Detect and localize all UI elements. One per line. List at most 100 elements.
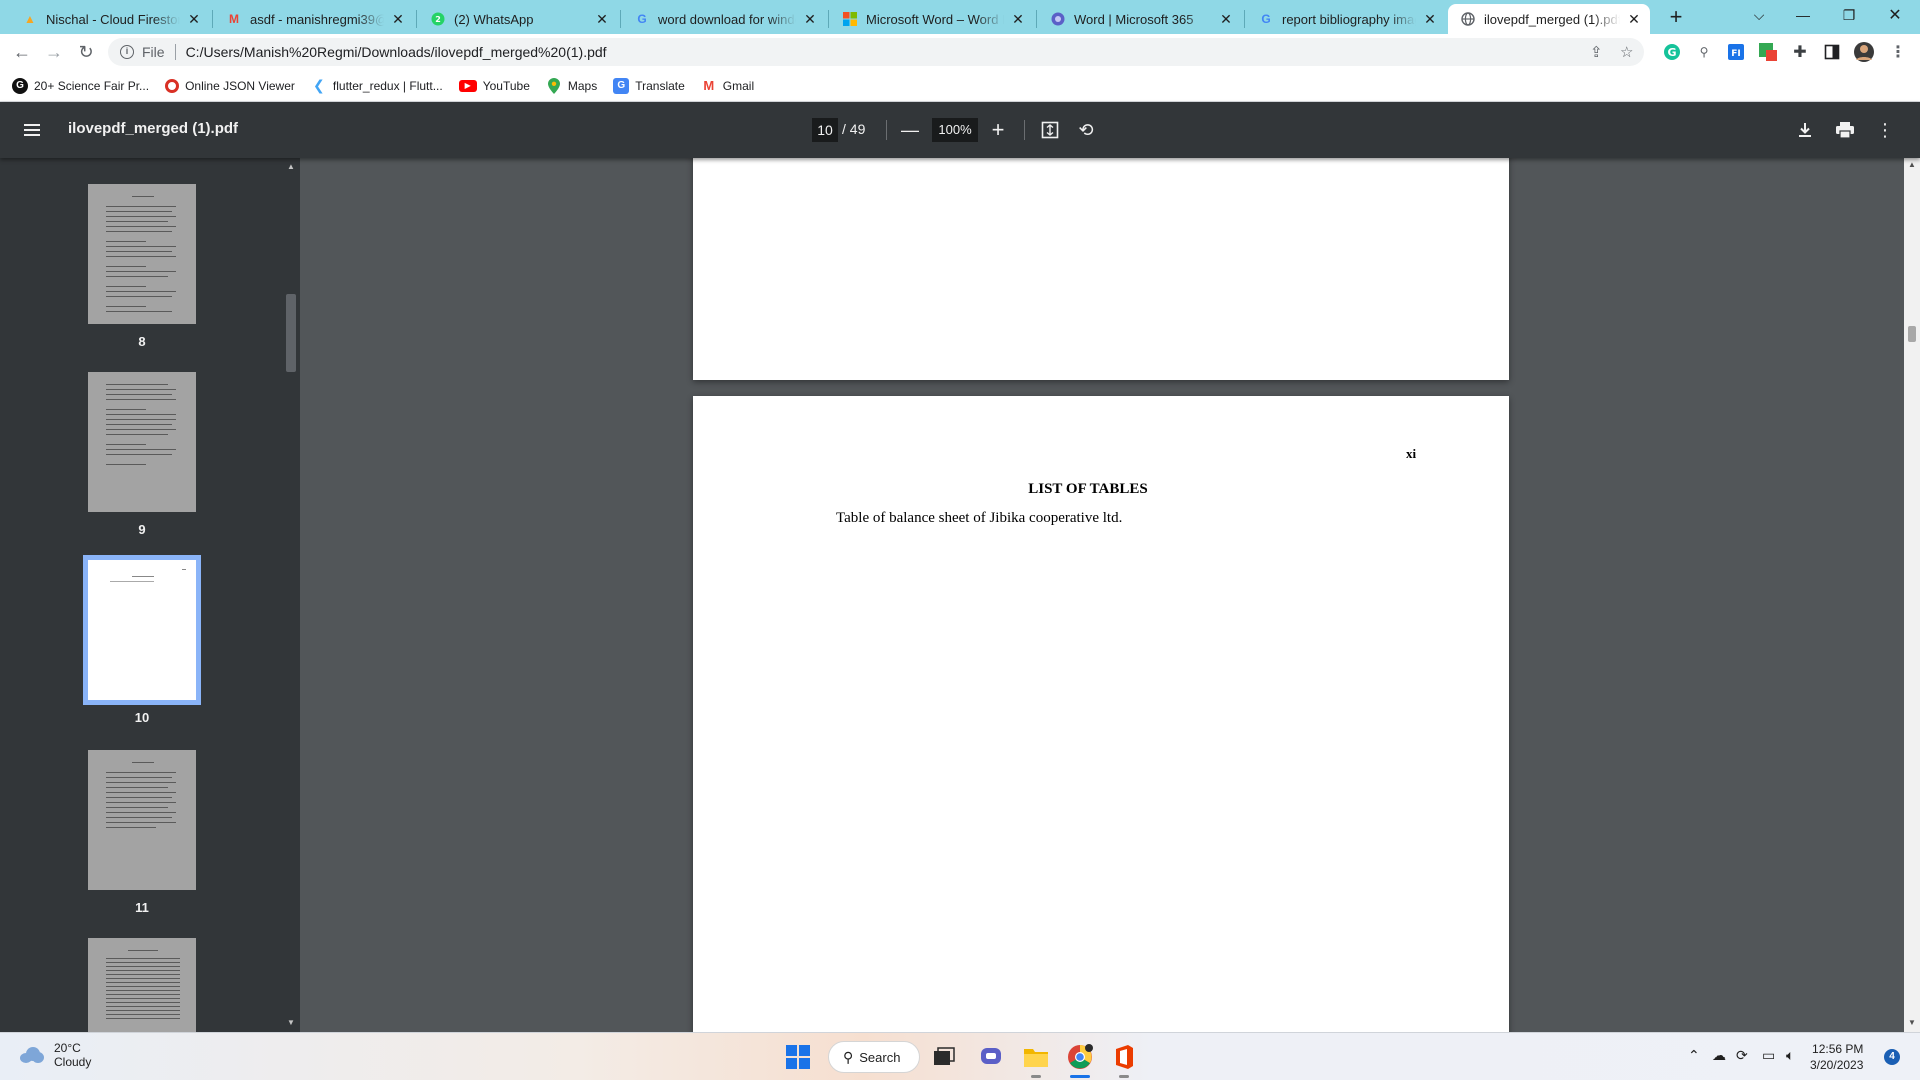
document-viewport[interactable]: xi LIST OF TABLES Table of balance sheet…: [300, 158, 1904, 1032]
thumbnail-page-8[interactable]: 8: [88, 184, 196, 349]
tab-pdf-active[interactable]: ilovepdf_merged (1).pdf ✕: [1448, 4, 1650, 34]
tab-microsoft-word[interactable]: Microsoft Word – Word Pro ✕: [830, 4, 1034, 34]
bookmark-json-viewer[interactable]: Online JSON Viewer: [165, 78, 295, 93]
tab-gmail[interactable]: M asdf - manishregmi39@gmail.com ✕: [214, 4, 414, 34]
minimize-icon[interactable]: —: [1780, 0, 1826, 30]
bookmark-translate[interactable]: G Translate: [613, 77, 685, 94]
document-scrollbar[interactable]: ▲ ▼: [1904, 158, 1920, 1032]
weather-widget[interactable]: 20°C Cloudy: [18, 1041, 91, 1069]
address-bar[interactable]: i File C:/Users/Manish%20Regmi/Downloads…: [108, 38, 1644, 66]
clock-date: 3/20/2023: [1810, 1058, 1864, 1072]
close-icon[interactable]: ✕: [1422, 11, 1438, 27]
hamburger-menu-icon[interactable]: [20, 118, 44, 142]
sync-icon[interactable]: ⟳: [1736, 1047, 1748, 1064]
tab-word-m365[interactable]: Word | Microsoft 365 ✕: [1038, 4, 1242, 34]
tab-report-bibliography[interactable]: G report bibliography image ✕: [1246, 4, 1446, 34]
scroll-down-arrow-icon[interactable]: ▼: [284, 1018, 298, 1027]
close-icon[interactable]: ✕: [802, 11, 818, 27]
fit-page-icon[interactable]: [1038, 118, 1062, 142]
share-icon[interactable]: ⇪: [1590, 38, 1603, 66]
document-scroll-thumb[interactable]: [1908, 326, 1916, 342]
maps-icon: [546, 77, 562, 94]
bookmarks-bar: G 20+ Science Fair Pr... Online JSON Vie…: [0, 70, 1920, 102]
flutter-inspector-icon[interactable]: FI: [1724, 40, 1748, 64]
extensions-puzzle-icon[interactable]: ✚: [1788, 40, 1812, 64]
new-tab-button[interactable]: +: [1662, 4, 1690, 32]
taskbar-search-button[interactable]: ⚲ Search: [828, 1041, 920, 1073]
sidebar-scrollbar[interactable]: ▲ ▼: [284, 162, 298, 1032]
download-icon[interactable]: [1793, 118, 1817, 142]
back-icon[interactable]: ←: [8, 38, 36, 66]
close-icon[interactable]: ✕: [186, 11, 202, 27]
google-icon: G: [637, 12, 647, 26]
network-icon[interactable]: ▭: [1762, 1047, 1775, 1064]
teams-chat-icon[interactable]: [975, 1041, 1007, 1073]
rotate-icon[interactable]: ⟲: [1074, 118, 1098, 142]
scroll-up-arrow-icon[interactable]: ▲: [284, 162, 298, 171]
zoom-in-icon[interactable]: +: [986, 117, 1010, 142]
svg-text:G: G: [1667, 46, 1676, 59]
show-hidden-icons-chevron-icon[interactable]: ⌃: [1688, 1047, 1700, 1064]
print-icon[interactable]: [1833, 118, 1857, 142]
thumbnail-page-12[interactable]: [88, 938, 196, 1032]
info-icon[interactable]: i: [120, 45, 134, 59]
microsoft-icon: [842, 11, 858, 27]
whatsapp-icon: 2: [430, 11, 446, 27]
close-icon[interactable]: ✕: [1218, 11, 1234, 27]
window-close-icon[interactable]: ✕: [1872, 0, 1918, 30]
avatar[interactable]: [1852, 40, 1876, 64]
page-number-input[interactable]: 10: [812, 118, 838, 142]
restore-icon[interactable]: ❐: [1826, 0, 1872, 30]
tab-whatsapp[interactable]: 2 (2) WhatsApp ✕: [418, 4, 618, 34]
volume-icon[interactable]: 🔈︎: [1786, 1047, 1794, 1064]
sidebar-scroll-thumb[interactable]: [286, 294, 296, 372]
star-icon[interactable]: ☆: [1620, 38, 1633, 66]
notification-badge[interactable]: 4: [1884, 1049, 1900, 1065]
table-list-item: Table of balance sheet of Jibika coopera…: [836, 510, 1123, 526]
pdf-page-current: xi LIST OF TABLES Table of balance sheet…: [693, 396, 1509, 1032]
extension-badge-icon[interactable]: [1756, 40, 1780, 64]
close-icon[interactable]: ✕: [390, 11, 406, 27]
zoom-out-icon[interactable]: —: [898, 118, 922, 142]
office-icon[interactable]: [1108, 1041, 1140, 1073]
bookmark-maps[interactable]: Maps: [546, 77, 597, 94]
tab-word-download[interactable]: G word download for windows ✕: [622, 4, 826, 34]
browser-menu-icon[interactable]: ⋮: [1886, 40, 1910, 64]
scroll-up-arrow-icon[interactable]: ▲: [1904, 160, 1920, 169]
bookmark-flutter-redux[interactable]: ❮ flutter_redux | Flutt...: [311, 77, 443, 94]
close-icon[interactable]: ✕: [1010, 11, 1026, 27]
grammarly-icon[interactable]: G: [1660, 40, 1684, 64]
task-view-icon[interactable]: [928, 1041, 960, 1073]
bookmark-gmail[interactable]: M Gmail: [701, 78, 754, 94]
bookmark-youtube[interactable]: ▶ YouTube: [458, 79, 530, 93]
close-icon[interactable]: ✕: [594, 11, 610, 27]
thumbnail-image: [88, 184, 196, 324]
windows-start-icon[interactable]: [782, 1041, 814, 1073]
thumbnail-page-10[interactable]: 10: [83, 555, 201, 725]
search-icon: ⚲: [843, 1048, 854, 1065]
gmail-icon: M: [229, 12, 239, 26]
weather-condition: Cloudy: [54, 1055, 92, 1069]
file-explorer-icon[interactable]: [1020, 1041, 1052, 1073]
youtube-icon: ▶: [458, 79, 477, 92]
bookmark-science-fair[interactable]: G 20+ Science Fair Pr...: [12, 77, 149, 94]
tab-firebase[interactable]: ▲ Nischal - Cloud Firestore - Firebase ✕: [10, 4, 210, 34]
tab-search-chevron-icon[interactable]: ⌵: [1736, 0, 1782, 30]
flutter-icon: ❮: [313, 77, 325, 93]
url-text[interactable]: C:/Users/Manish%20Regmi/Downloads/ilovep…: [186, 44, 607, 60]
reload-icon[interactable]: ↻: [72, 38, 100, 66]
chrome-icon[interactable]: [1064, 1041, 1096, 1073]
zoom-level-input[interactable]: 100%: [932, 118, 978, 142]
windows-taskbar: 20°C Cloudy ⚲ Search ⌃ ☁ ⟳ ▭ 🔈︎ 12:56 PM…: [0, 1032, 1920, 1080]
side-panel-icon[interactable]: [1820, 40, 1844, 64]
page-heading: LIST OF TABLES: [1028, 481, 1148, 497]
forward-icon[interactable]: →: [40, 38, 68, 66]
thumbnail-page-9[interactable]: 9: [88, 372, 196, 537]
thumbnail-page-11[interactable]: 11: [88, 750, 196, 915]
close-icon[interactable]: ✕: [1626, 11, 1642, 27]
location-pin-icon[interactable]: ⚲: [1692, 40, 1716, 64]
more-options-icon[interactable]: ⋮: [1873, 118, 1897, 142]
scroll-down-arrow-icon[interactable]: ▼: [1904, 1018, 1920, 1027]
onedrive-cloud-icon[interactable]: ☁: [1712, 1047, 1726, 1064]
system-clock[interactable]: 12:56 PM 3/20/2023: [1810, 1041, 1863, 1073]
